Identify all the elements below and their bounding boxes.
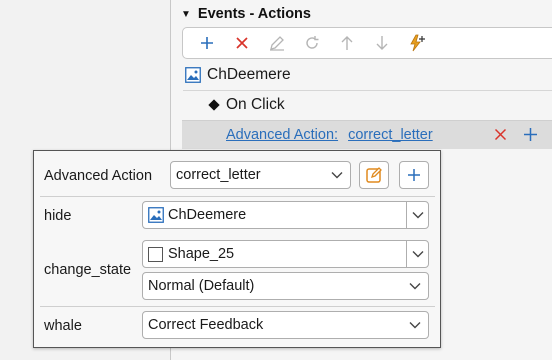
popup-separator: [40, 196, 435, 197]
shape-icon: [148, 246, 163, 262]
tree-separator: [183, 90, 552, 91]
tree-action-item[interactable]: Advanced Action: correct_letter: [182, 120, 552, 149]
add-action-button-icon[interactable]: [523, 127, 538, 146]
change-state-object-select[interactable]: Shape_25: [142, 240, 429, 268]
advanced-action-link[interactable]: Advanced Action: correct_letter: [226, 127, 433, 143]
action-name-link[interactable]: correct_letter: [348, 127, 433, 143]
chevron-down-icon[interactable]: [406, 312, 424, 338]
edit-orange-icon: [366, 167, 382, 183]
plus-icon: [408, 169, 420, 181]
change-state-label: change_state: [44, 262, 132, 278]
advanced-action-label: Advanced Action: [44, 168, 153, 184]
image-icon: [148, 207, 164, 223]
whale-label: whale: [44, 318, 82, 334]
change-state-object-value: Shape_25: [168, 246, 235, 262]
tree-object-label: ChDeemere: [207, 66, 291, 83]
add-icon[interactable]: [189, 29, 224, 57]
chevron-down-icon[interactable]: [406, 241, 428, 267]
edit-icon[interactable]: [259, 29, 294, 57]
section-title: Events - Actions: [197, 6, 311, 22]
chevron-down-icon[interactable]: [406, 202, 428, 228]
change-state-state-value: Normal (Default): [148, 278, 255, 294]
tree-event-item[interactable]: On Click: [208, 95, 285, 115]
hide-select[interactable]: ChDeemere: [142, 201, 429, 229]
whale-value: Correct Feedback: [148, 317, 264, 333]
actions-toolbar: [182, 27, 552, 59]
chevron-down-icon[interactable]: [328, 162, 346, 188]
action-prefix[interactable]: Advanced Action:: [226, 127, 338, 143]
move-down-icon[interactable]: [364, 29, 399, 57]
refresh-icon[interactable]: [294, 29, 329, 57]
tree-object-item[interactable]: ChDeemere: [185, 65, 291, 85]
edit-advanced-action-button[interactable]: [359, 161, 389, 189]
collapse-triangle-icon[interactable]: ▼: [181, 9, 191, 20]
delete-icon[interactable]: [224, 29, 259, 57]
advanced-action-select[interactable]: correct_letter: [170, 161, 351, 189]
change-state-state-select[interactable]: Normal (Default): [142, 272, 429, 300]
new-advanced-action-button[interactable]: [399, 161, 429, 189]
hide-value: ChDeemere: [168, 207, 247, 223]
hide-label: hide: [44, 208, 72, 224]
diamond-icon: [208, 99, 220, 111]
add-action-icon[interactable]: [399, 29, 434, 57]
chevron-down-icon[interactable]: [406, 273, 424, 299]
delete-action-icon[interactable]: [494, 128, 507, 145]
image-icon: [185, 67, 201, 83]
popup-separator: [40, 306, 435, 307]
move-up-icon[interactable]: [329, 29, 364, 57]
tree-event-label: On Click: [226, 96, 285, 113]
advanced-action-value: correct_letter: [176, 167, 261, 183]
events-actions-header[interactable]: ▼ Events - Actions: [181, 5, 311, 23]
whale-select[interactable]: Correct Feedback: [142, 311, 429, 339]
advanced-action-popup: Advanced Action correct_letter hide ChDe…: [33, 150, 441, 348]
